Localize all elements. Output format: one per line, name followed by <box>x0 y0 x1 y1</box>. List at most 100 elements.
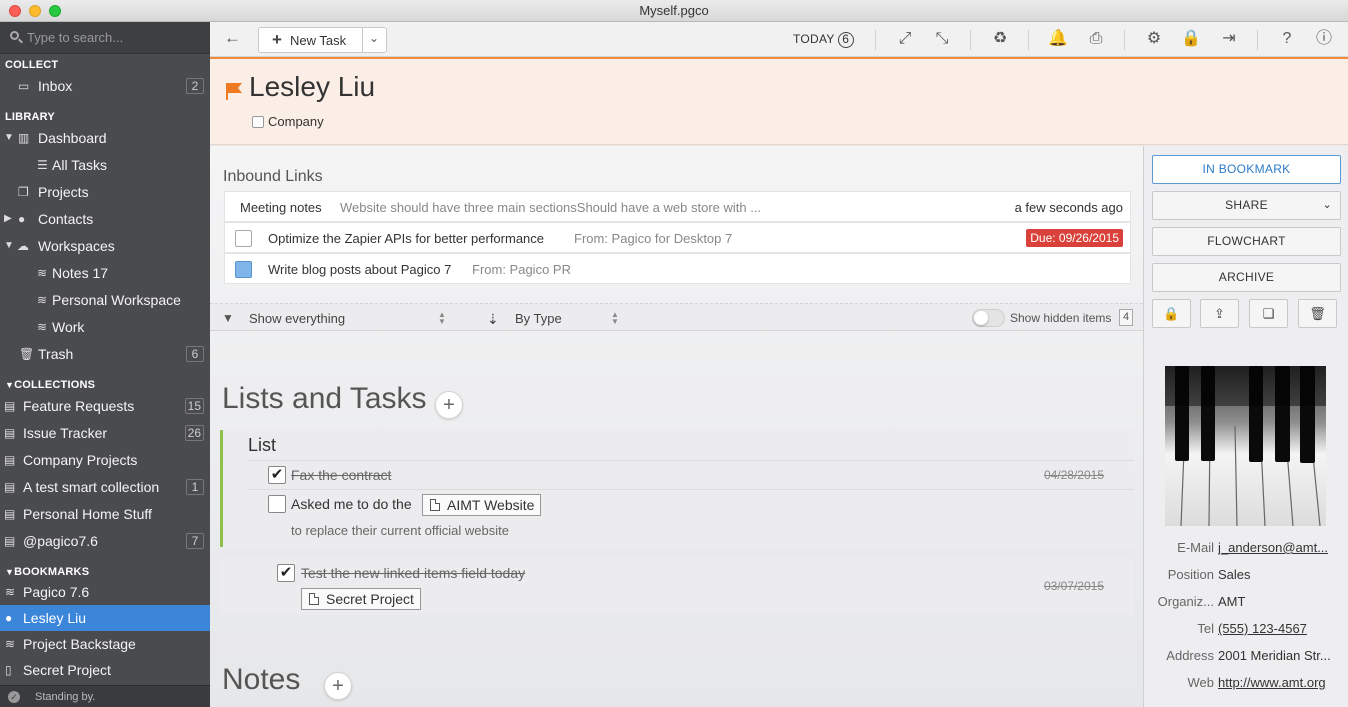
company-checkbox[interactable]: Company <box>252 114 324 129</box>
inbound-link-row[interactable]: Optimize the Zapier APIs for better perf… <box>224 222 1131 253</box>
sidebar-item-work[interactable]: ≋ Work <box>0 314 210 340</box>
today-label: TODAY <box>793 32 835 46</box>
show-hidden-toggle[interactable] <box>972 309 1005 327</box>
today-button[interactable]: TODAY 6 <box>793 32 854 48</box>
zoom-window-button[interactable] <box>49 5 61 17</box>
detail-key: Address <box>1166 648 1214 663</box>
in-bookmark-button[interactable]: IN BOOKMARK <box>1152 155 1341 184</box>
print-icon[interactable]: ⎙ <box>1086 30 1106 48</box>
expand-icon[interactable]: ⤢ <box>895 30 915 48</box>
section-collections-label: COLLECTIONS <box>14 379 96 391</box>
sidebar-item-label: Workspaces <box>38 238 115 254</box>
contact-name[interactable]: Lesley Liu <box>249 71 375 103</box>
add-list-button[interactable]: + <box>435 391 463 419</box>
linked-item-chip[interactable]: AIMT Website <box>422 494 542 516</box>
email-link[interactable]: j_anderson@amt... <box>1218 540 1344 555</box>
person-icon: ● <box>5 611 13 625</box>
add-note-button[interactable]: + <box>324 672 352 700</box>
disclosure-triangle-icon[interactable]: ▼ <box>4 233 14 259</box>
search-input[interactable]: Type to search... <box>0 22 210 54</box>
sidebar-item-test-smart-collection[interactable]: ▤ A test smart collection 1 <box>0 474 210 500</box>
sidebar-item-label: Personal Home Stuff <box>23 506 152 522</box>
disclosure-triangle-icon[interactable]: ▼ <box>4 125 14 151</box>
archive-button[interactable]: ARCHIVE <box>1152 263 1341 292</box>
task-date: 04/28/2015 <box>1043 468 1104 482</box>
web-link[interactable]: http://www.amt.org <box>1218 675 1344 690</box>
sidebar-item-pagico76-tag[interactable]: ▤ @pagico7.6 7 <box>0 528 210 554</box>
section-bookmarks: ▼BOOKMARKS <box>5 566 90 578</box>
company-label: Company <box>268 114 324 129</box>
close-window-button[interactable] <box>9 5 21 17</box>
inbound-link-row[interactable]: Write blog posts about Pagico 7 From: Pa… <box>224 253 1131 284</box>
new-task-button[interactable]: + New Task ⌄ <box>258 27 387 53</box>
trash-icon[interactable]: 🗑 <box>1298 299 1337 328</box>
flag-icon[interactable] <box>225 81 243 101</box>
sidebar-item-project-backstage[interactable]: ≋ Project Backstage <box>0 631 210 657</box>
inbound-links-title: Inbound Links <box>223 168 323 185</box>
due-date-badge: Due: 09/26/2015 <box>1026 229 1123 247</box>
sidebar-item-pagico-76[interactable]: ≋ Pagico 7.6 <box>0 579 210 605</box>
detail-key: Organiz... <box>1157 594 1214 609</box>
back-arrow-icon[interactable]: ← <box>224 28 241 48</box>
sidebar-item-personal-home-stuff[interactable]: ▤ Personal Home Stuff <box>0 501 210 527</box>
sidebar-item-label: Contacts <box>38 211 94 227</box>
sidebar-item-workspaces[interactable]: ▼ ☁ Workspaces <box>0 233 210 259</box>
list-name[interactable]: List <box>248 435 276 456</box>
task-row[interactable]: ✔ Fax the contract 04/28/2015 <box>248 460 1134 489</box>
sidebar-item-lesley-liu[interactable]: ● Lesley Liu <box>0 605 210 631</box>
help-icon[interactable]: ? <box>1277 30 1297 48</box>
sidebar-item-company-projects[interactable]: ▤ Company Projects <box>0 447 210 473</box>
checkbox[interactable] <box>252 116 264 128</box>
share-button[interactable]: SHARE ⌄ <box>1152 191 1341 220</box>
task-checkbox-checked[interactable]: ✔ <box>268 466 286 484</box>
sidebar-item-dashboard[interactable]: ▼ ▥ Dashboard <box>0 125 210 151</box>
wifi-icon: ≋ <box>5 585 16 599</box>
filter-select[interactable]: Show everything <box>249 311 345 326</box>
contact-photo[interactable] <box>1165 366 1326 526</box>
sidebar-item-secret-project[interactable]: ▯ Secret Project <box>0 657 210 683</box>
share-out-icon[interactable]: ⇪ <box>1200 299 1239 328</box>
sidebar-item-label: Feature Requests <box>23 398 135 414</box>
recycle-icon[interactable]: ♻ <box>990 30 1010 48</box>
sidebar-item-all-tasks[interactable]: ☰ All Tasks <box>0 152 210 178</box>
cloud-icon: ☁ <box>17 239 29 253</box>
task-checkbox[interactable] <box>235 261 252 278</box>
info-icon[interactable]: ⓘ <box>1314 30 1334 48</box>
sort-select[interactable]: By Type <box>515 311 562 326</box>
document-icon <box>430 499 440 511</box>
linked-item-chip[interactable]: Secret Project <box>301 588 421 610</box>
sidebar-item-trash[interactable]: 🗑 Trash 6 <box>0 341 210 367</box>
main-content: Inbound Links Meeting notes Website shou… <box>210 146 1143 707</box>
disclosure-triangle-icon[interactable]: ▶ <box>4 206 12 232</box>
sidebar-item-inbox[interactable]: ▭ Inbox 2 <box>0 73 210 99</box>
sidebar-item-contacts[interactable]: ▶ ● Contacts <box>0 206 210 232</box>
sidebar-item-personal-workspace[interactable]: ≋ Personal Workspace <box>0 287 210 313</box>
inbound-link-row[interactable]: Meeting notes Website should have three … <box>224 191 1131 222</box>
bell-icon[interactable]: 🔔 <box>1048 30 1068 48</box>
task-checkbox-checked[interactable]: ✔ <box>277 564 295 582</box>
collapse-icon[interactable]: ⤡ <box>932 30 952 48</box>
gear-icon[interactable]: ⚙ <box>1144 30 1164 48</box>
task-row[interactable]: Asked me to do the AIMT Website to repla… <box>248 489 1134 546</box>
logout-icon[interactable]: ⇥ <box>1219 30 1239 48</box>
sidebar-item-projects[interactable]: ❐ Projects <box>0 179 210 205</box>
task-note: to replace their current official websit… <box>291 523 509 538</box>
task-checkbox[interactable] <box>268 495 286 513</box>
chevron-down-icon[interactable]: ⌄ <box>369 31 379 45</box>
task-card[interactable]: ✔ Test the new linked items field today … <box>220 558 1134 615</box>
plus-icon: + <box>272 30 282 49</box>
sidebar-item-notes-17[interactable]: ≋ Notes 17 <box>0 260 210 286</box>
flowchart-button[interactable]: FLOWCHART <box>1152 227 1341 256</box>
sidebar-item-issue-tracker[interactable]: ▤ Issue Tracker 26 <box>0 420 210 446</box>
minimize-window-button[interactable] <box>29 5 41 17</box>
filter-icon: ▼ <box>222 311 234 325</box>
phone-link[interactable]: (555) 123-4567 <box>1218 621 1344 636</box>
lock-icon[interactable]: 🔒 <box>1152 299 1191 328</box>
sidebar-item-label: Trash <box>38 346 74 362</box>
sidebar-item-feature-requests[interactable]: ▤ Feature Requests 15 <box>0 393 210 419</box>
duplicate-icon[interactable]: ❏ <box>1249 299 1288 328</box>
notes-title: Notes <box>222 663 301 696</box>
lock-icon[interactable]: 🔒 <box>1181 30 1201 48</box>
sidebar-item-label: Dashboard <box>38 130 107 146</box>
task-checkbox[interactable] <box>235 230 252 247</box>
